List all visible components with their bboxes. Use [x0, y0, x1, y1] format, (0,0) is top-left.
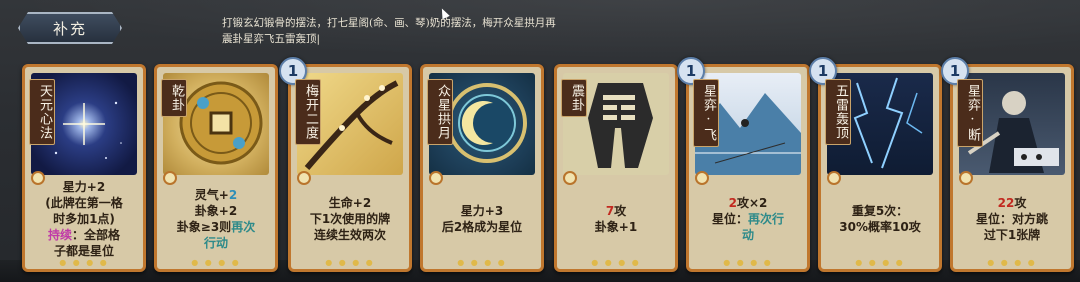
card-line: 星位：对方跳: [975, 212, 1048, 226]
card-dots: ● ● ● ●: [191, 258, 241, 267]
card-line: 卦象+2: [194, 204, 238, 218]
card-line: 生命+2: [328, 196, 372, 210]
card-line: 后2格成为星位: [441, 220, 523, 234]
keyword-act-again: 再次: [231, 220, 256, 234]
card-line: 22攻: [998, 195, 1027, 211]
card-name: 天元心法: [29, 79, 55, 145]
card-line: 7攻: [606, 203, 626, 219]
card-dots: ● ● ● ●: [855, 258, 905, 267]
card-text: 生命+2 下1次使用的牌 连续生效两次: [297, 179, 403, 259]
card-line: 星力+3: [460, 204, 504, 218]
card-dots: ● ● ● ●: [59, 258, 109, 267]
card-text: 灵气+2 卦象+2 卦象≥3则再次 行动: [163, 179, 269, 259]
card-dots: ● ● ● ●: [591, 258, 641, 267]
card-dots: ● ● ● ●: [457, 258, 507, 267]
card-line-fragment: 灵气+: [194, 188, 229, 202]
card-value: 2: [728, 196, 737, 210]
card-zhongxing[interactable]: 众星拱月 星力+3 后2格成为星位 ● ● ● ●: [420, 64, 544, 272]
card-line-fragment: 攻: [614, 204, 627, 218]
card-line: 行动: [203, 236, 228, 250]
card-line: 星位：再次行: [712, 211, 784, 227]
card-line: 灵气+2: [195, 187, 237, 203]
card-line-fragment: 攻: [1014, 196, 1027, 210]
card-name: 梅开二度: [295, 79, 321, 145]
card-xingyi-duan[interactable]: 1 星弈·断 22攻 星位：对方跳 过下1张牌 ● ● ● ●: [941, 57, 1074, 272]
card-dots: ● ● ● ●: [987, 258, 1037, 267]
card-text: 2攻×2 星位：再次行 动: [695, 179, 801, 259]
card-dots: ● ● ● ●: [325, 258, 375, 267]
card-line: 时多加1点): [53, 212, 115, 226]
description-line-2: 震卦星弈飞五雷轰顶|: [222, 33, 321, 45]
card-line: 重复5次：: [851, 204, 909, 218]
card-line: (此牌在第一格: [45, 196, 123, 210]
card-name: 震卦: [561, 79, 587, 117]
keyword-act-again: 再次行: [748, 212, 785, 226]
card-line: 30%概率10攻: [839, 220, 921, 234]
tab-supplement[interactable]: 补充: [18, 12, 122, 44]
card-meikai[interactable]: 1 梅开二度 生命+2 下1次使用的牌 连续生效两次 ● ● ● ●: [279, 57, 412, 272]
card-line: 连续生效两次: [313, 228, 386, 242]
card-xingyi-fei[interactable]: 1 星弈·飞 2攻×2 星位：再次行 动 ● ● ● ●: [677, 57, 810, 272]
card-name: 星弈·飞: [693, 79, 719, 147]
card-line: 子都是星位: [53, 244, 114, 258]
card-tianyuan[interactable]: 天元心法 星力+2 (此牌在第一格 时多加1点) 持续：全部格 子都是星位 ● …: [22, 64, 146, 272]
card-line: 卦象+1: [594, 220, 638, 234]
card-line-fragment: 卦象≥3则: [176, 220, 232, 234]
card-line-fragment: ：全部格: [72, 228, 121, 242]
card-value: 2: [228, 188, 238, 202]
card-line-fragment: 攻×2: [736, 196, 768, 210]
card-value: 7: [605, 204, 615, 218]
card-name: 星弈·断: [957, 79, 983, 147]
card-dots: ● ● ● ●: [723, 258, 773, 267]
card-line: 卦象≥3则再次: [177, 219, 255, 235]
card-text: 22攻 星位：对方跳 过下1张牌: [959, 179, 1065, 259]
card-wulei[interactable]: 1 五雷轰顶 重复5次： 30%概率10攻 ● ● ● ●: [809, 57, 942, 272]
card-line: 过下1张牌: [983, 228, 1041, 242]
card-line: 持续：全部格: [48, 227, 120, 243]
card-line-fragment: 星位：: [711, 212, 748, 226]
card-name: 乾卦: [161, 79, 187, 117]
card-text: 星力+2 (此牌在第一格 时多加1点) 持续：全部格 子都是星位: [31, 179, 137, 259]
card-line: 星力+2: [62, 180, 106, 194]
card-value: 22: [997, 196, 1015, 210]
card-text: 重复5次： 30%概率10攻: [827, 179, 933, 259]
card-zhengua[interactable]: 震卦 7攻 卦象+1 ● ● ● ●: [554, 64, 678, 272]
card-name: 众星拱月: [427, 79, 453, 145]
description: 打锻玄幻锻骨的摆法，打七星阁(命、画、琴)奶的摆法，梅开众星拱月再 震卦星弈飞五…: [222, 15, 662, 47]
card-text: 7攻 卦象+1: [563, 179, 669, 259]
keyword-persist: 持续: [47, 228, 72, 242]
card-line: 动: [741, 228, 754, 242]
card-name: 五雷轰顶: [825, 79, 851, 145]
card-text: 星力+3 后2格成为星位: [429, 179, 535, 259]
card-line: 下1次使用的牌: [309, 212, 391, 226]
card-line: 2攻×2: [729, 195, 768, 211]
card-qiangua[interactable]: 乾卦 灵气+2 卦象+2 卦象≥3则再次 行动 ● ● ● ●: [154, 64, 278, 272]
tab-label: 补充: [52, 19, 87, 38]
